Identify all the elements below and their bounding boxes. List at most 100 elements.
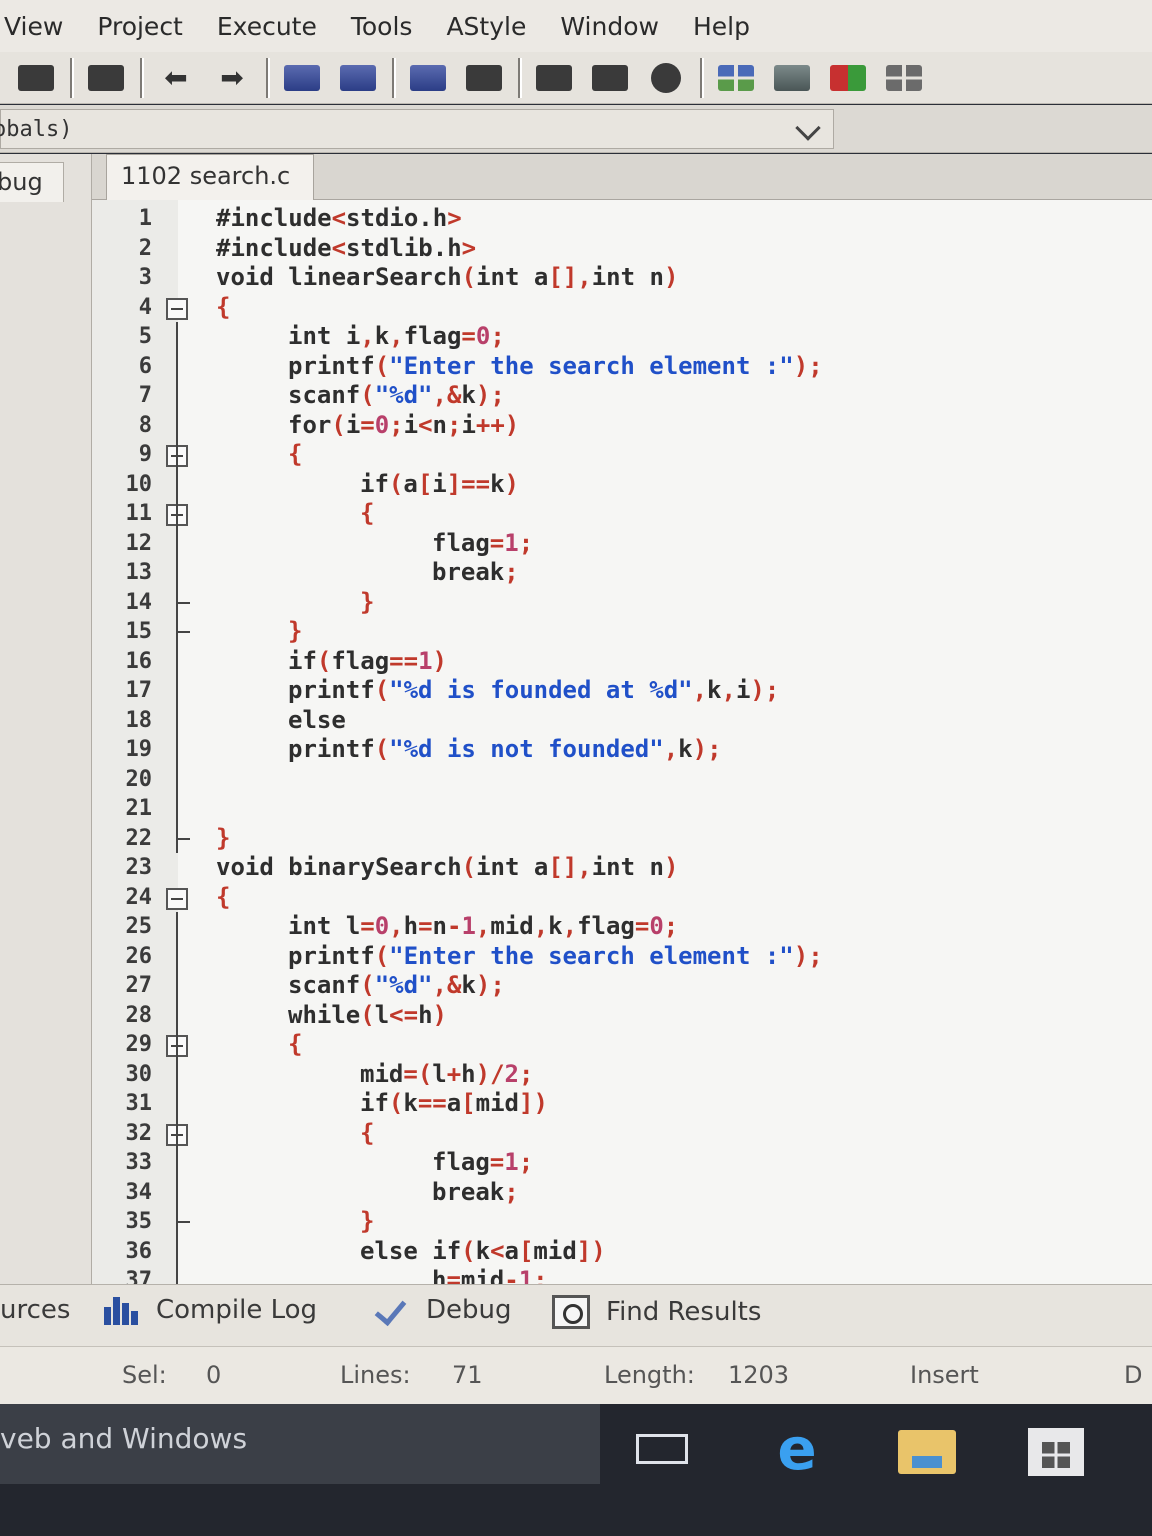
fold-line xyxy=(176,735,178,765)
line-number: 2 xyxy=(138,235,152,261)
replace-button[interactable] xyxy=(336,61,380,95)
code-line[interactable]: 34 break; xyxy=(92,1177,1152,1207)
code-line[interactable]: 5 int i,k,flag=0; xyxy=(92,322,1152,352)
task-view-icon[interactable] xyxy=(636,1434,688,1464)
code-line[interactable]: 26 printf("Enter the search element :"); xyxy=(92,941,1152,971)
code-text: if(k==a[mid]) xyxy=(360,1089,548,1117)
code-line[interactable]: 11 { xyxy=(92,499,1152,529)
code-line[interactable]: 30 mid=(l+h)/2; xyxy=(92,1059,1152,1089)
code-line[interactable]: 18 else xyxy=(92,705,1152,735)
code-line[interactable]: 35} xyxy=(92,1207,1152,1237)
tab-debug[interactable]: bug xyxy=(0,162,64,202)
code-line[interactable]: 20 xyxy=(92,764,1152,794)
code-line[interactable]: 7 scanf("%d",&k); xyxy=(92,381,1152,411)
menu-view[interactable]: View xyxy=(4,12,63,41)
menu-window[interactable]: Window xyxy=(560,12,659,41)
code-line[interactable]: 22} xyxy=(92,823,1152,853)
code-line[interactable]: 29 { xyxy=(92,1030,1152,1060)
menu-help[interactable]: Help xyxy=(693,12,750,41)
code-text: else if(k<a[mid]) xyxy=(360,1236,606,1265)
toolbar-separator xyxy=(70,57,74,98)
menu-tools[interactable]: Tools xyxy=(351,12,413,41)
line-number: 19 xyxy=(125,737,153,762)
tab-file[interactable]: 1102 search.c xyxy=(106,154,314,201)
file-explorer-icon[interactable] xyxy=(898,1430,956,1474)
unindent-button[interactable] xyxy=(462,61,506,95)
line-number: 1 xyxy=(138,206,152,231)
code-line[interactable]: 12 flag=1; xyxy=(92,528,1152,558)
tab-resources[interactable]: urces xyxy=(0,1295,70,1325)
code-line[interactable]: 6 printf("Enter the search element :"); xyxy=(92,351,1152,381)
code-line[interactable]: 28 while(l<=h) xyxy=(92,1000,1152,1030)
code-line[interactable]: 10 if(a[i]==k) xyxy=(92,469,1152,499)
save-all-button[interactable] xyxy=(14,61,58,95)
colors-button[interactable] xyxy=(826,61,870,95)
code-line[interactable]: 15} xyxy=(92,617,1152,647)
code-line[interactable]: 9{ xyxy=(92,440,1152,470)
class-browser-button[interactable] xyxy=(714,61,758,95)
fold-line xyxy=(176,676,178,706)
tiles-button[interactable] xyxy=(882,61,926,95)
code-editor[interactable]: 1 #include<stdio.h> 2 #include<stdlib.h> 3 vo… xyxy=(92,200,1152,1284)
menu-project[interactable]: Project xyxy=(97,12,183,41)
code-text: { xyxy=(216,292,231,321)
redo-button[interactable]: ➡ xyxy=(210,61,254,95)
fold-line xyxy=(176,351,178,381)
code-line[interactable]: 27 scanf("%d",&k); xyxy=(92,971,1152,1001)
code-text: if(flag==1) xyxy=(288,646,447,675)
code-line[interactable]: 23 void binarySearch(int a[],int n) xyxy=(92,853,1152,883)
fold-line xyxy=(176,1236,178,1266)
taskbar-search-box[interactable]: veb and Windows xyxy=(0,1404,600,1484)
code-line[interactable]: 24 { xyxy=(92,883,1152,913)
code-line[interactable]: 4{ xyxy=(92,293,1152,323)
status-sel-value: 0 xyxy=(206,1361,222,1389)
tab-compile-log[interactable]: Compile Log xyxy=(102,1295,317,1325)
undo-button[interactable]: ⬅ xyxy=(154,61,198,95)
code-line[interactable]: 13 break; xyxy=(92,558,1152,588)
window-button[interactable] xyxy=(770,61,814,95)
line-number: 9 xyxy=(138,442,152,467)
fold-end-marker xyxy=(176,837,190,840)
code-line[interactable]: 36 else if(k<a[mid]) xyxy=(92,1236,1152,1266)
line-number: 8 xyxy=(138,412,152,438)
line-number: 11 xyxy=(125,501,153,526)
chevron-down-icon[interactable] xyxy=(795,115,821,141)
menu-astyle[interactable]: AStyle xyxy=(446,12,526,41)
code-line[interactable]: 37 h=mid-1; xyxy=(92,1266,1152,1284)
find-button[interactable] xyxy=(280,61,324,95)
code-line[interactable]: 33 flag=1; xyxy=(92,1148,1152,1178)
print-icon xyxy=(88,64,124,91)
code-line[interactable]: 1 #include<stdio.h> xyxy=(92,204,1152,234)
tab-debug-output[interactable]: Debug xyxy=(372,1295,512,1325)
fold-collapse-icon[interactable] xyxy=(166,297,188,320)
line-number: 15 xyxy=(125,619,153,644)
code-line[interactable]: 8 for(i=0;i<n;i++) xyxy=(92,410,1152,440)
code-line[interactable]: 3 void linearSearch(int a[],int n) xyxy=(92,263,1152,293)
code-line[interactable]: 25 int l=0,h=n-1,mid,k,flag=0; xyxy=(92,912,1152,942)
fold-line xyxy=(176,469,178,499)
fold-line xyxy=(176,440,178,470)
code-line[interactable]: 2 #include<stdlib.h> xyxy=(92,234,1152,264)
store-icon[interactable] xyxy=(1028,1428,1084,1476)
stop-button[interactable] xyxy=(644,61,688,95)
chart-icon xyxy=(102,1295,140,1325)
bookmark-prev-button[interactable] xyxy=(532,61,576,95)
bookmark-next-button[interactable] xyxy=(588,61,632,95)
code-line[interactable]: 21 xyxy=(92,794,1152,824)
fold-collapse-icon[interactable] xyxy=(166,887,188,910)
tab-find-results[interactable]: Find Results xyxy=(552,1295,761,1329)
line-number: 21 xyxy=(125,796,153,821)
print-button[interactable] xyxy=(84,61,128,95)
edge-icon[interactable]: e xyxy=(770,1420,824,1478)
code-line[interactable]: 16 if(flag==1) xyxy=(92,646,1152,676)
line-number: 3 xyxy=(138,265,152,290)
code-line[interactable]: 31 if(k==a[mid]) xyxy=(92,1089,1152,1119)
code-text: break; xyxy=(432,558,519,586)
scope-dropdown[interactable]: obals) xyxy=(0,109,834,149)
menu-execute[interactable]: Execute xyxy=(217,12,317,41)
code-line[interactable]: 32 { xyxy=(92,1118,1152,1148)
code-line[interactable]: 17 printf("%d is founded at %d",k,i); xyxy=(92,676,1152,706)
indent-button[interactable] xyxy=(406,61,450,95)
code-line[interactable]: 19 printf("%d is not founded",k); xyxy=(92,735,1152,765)
code-line[interactable]: 14} xyxy=(92,587,1152,617)
